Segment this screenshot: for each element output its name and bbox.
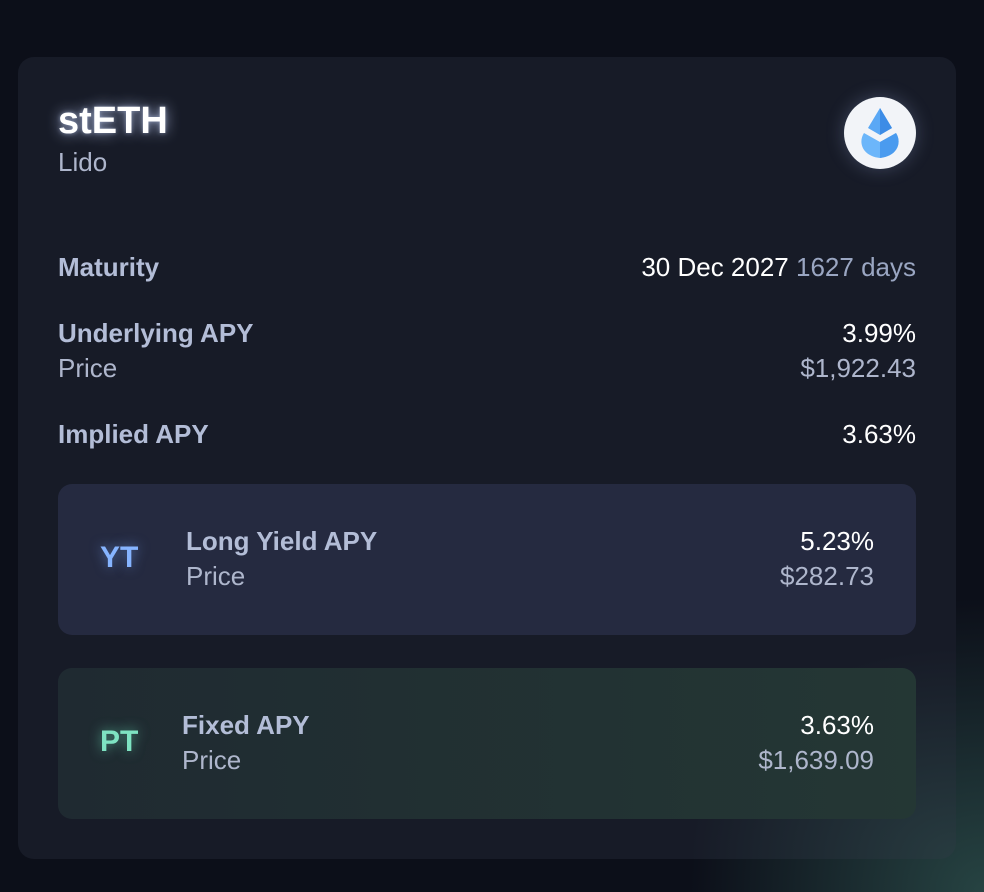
yt-badge: YT	[100, 541, 139, 574]
yt-price-label: Price	[186, 561, 246, 591]
token-symbol: stETH	[58, 100, 168, 142]
maturity-date: 30 Dec 2027	[641, 252, 789, 282]
implied-apy-value: 3.63%	[842, 419, 916, 449]
yt-apy-value: 5.23%	[800, 526, 874, 556]
maturity-days: 1627 days	[796, 252, 916, 282]
pt-badge: PT	[100, 725, 139, 758]
yt-card[interactable]: YT Long Yield APY Price 5.23% $282.73	[58, 484, 916, 635]
implied-row: Implied APY 3.63%	[58, 418, 916, 452]
lido-drop-icon	[861, 108, 899, 158]
pt-price-label: Price	[182, 745, 242, 775]
token-protocol: Lido	[58, 147, 108, 177]
yt-price-value: $282.73	[780, 561, 874, 591]
underlying-price-label: Price	[58, 353, 118, 383]
pt-apy-value: 3.63%	[800, 710, 874, 740]
lido-logo-icon	[844, 97, 916, 169]
maturity-row: Maturity 30 Dec 2027 1627 days	[58, 251, 916, 285]
underlying-row: Underlying APY Price 3.99% $1,922.43	[58, 317, 916, 387]
pt-card[interactable]: PT Fixed APY Price 3.63% $1,639.09	[58, 668, 916, 819]
yt-apy-label: Long Yield APY	[186, 526, 378, 556]
underlying-apy-value: 3.99%	[842, 318, 916, 348]
maturity-value: 30 Dec 2027 1627 days	[641, 251, 916, 283]
market-card: stETH Lido Maturity 30 Dec 2027 1627 day…	[18, 57, 956, 859]
underlying-price-value: $1,922.43	[800, 353, 916, 383]
maturity-label: Maturity	[58, 252, 160, 282]
pt-apy-label: Fixed APY	[182, 710, 310, 740]
pt-price-value: $1,639.09	[758, 745, 874, 775]
implied-apy-label: Implied APY	[58, 419, 209, 449]
underlying-apy-label: Underlying APY	[58, 318, 254, 348]
